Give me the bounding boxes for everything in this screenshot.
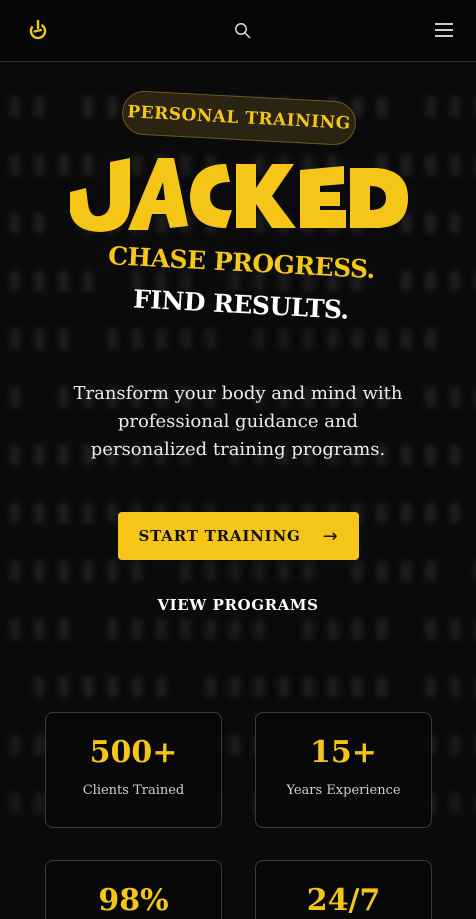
stat-value: 500+ xyxy=(89,735,178,770)
start-training-label: START TRAINING xyxy=(138,527,301,545)
stat-value: 15+ xyxy=(310,735,377,770)
stat-label: Years Experience xyxy=(286,783,401,798)
search-icon[interactable] xyxy=(234,22,251,39)
personal-training-badge: PERSONAL TRAINING xyxy=(121,89,357,147)
stat-value: 98% xyxy=(98,883,169,918)
stat-card: 98% xyxy=(45,860,222,919)
view-programs-link[interactable]: VIEW PROGRAMS xyxy=(0,596,476,614)
hero-section: PERSONAL TRAINING CHASE PROGRESS. FIND R… xyxy=(0,0,476,919)
stat-card: 500+ Clients Trained xyxy=(45,712,222,828)
top-header xyxy=(0,0,476,62)
stat-card: 15+ Years Experience xyxy=(255,712,432,828)
stat-value: 24/7 xyxy=(306,883,381,918)
headline-chase-progress: CHASE PROGRESS. xyxy=(107,241,376,285)
jacked-wordmark-logo xyxy=(70,158,408,232)
headline-find-results: FIND RESULTS. xyxy=(132,284,350,325)
start-training-button[interactable]: START TRAINING → xyxy=(118,512,359,560)
stat-label: Clients Trained xyxy=(82,783,185,798)
hero-description: Transform your body and mind with profes… xyxy=(73,383,403,460)
hamburger-menu-icon[interactable] xyxy=(434,22,454,38)
stat-card: 24/7 xyxy=(255,860,432,919)
arrow-right-icon: → xyxy=(322,525,339,547)
power-logo-icon[interactable] xyxy=(28,20,48,40)
